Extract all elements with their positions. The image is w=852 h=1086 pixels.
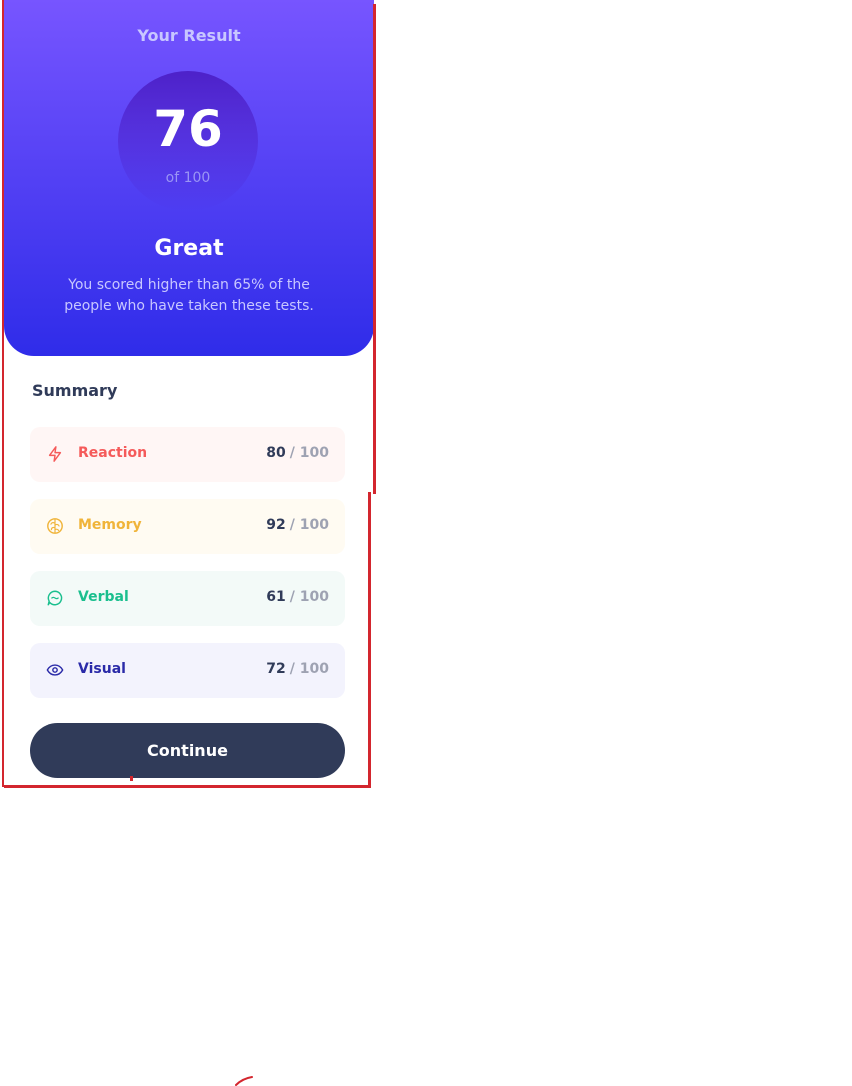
summary-label-memory: Memory: [78, 517, 142, 533]
summary-row-reaction: Reaction 80/ 100: [30, 427, 345, 482]
summary-title: Summary: [32, 381, 118, 400]
summary-score-memory: 92/ 100: [266, 517, 329, 533]
summary-label-reaction: Reaction: [78, 445, 148, 461]
score-value-memory: 92: [266, 517, 286, 533]
annotation-line-left: [2, 0, 4, 787]
score-max-reaction: / 100: [289, 445, 329, 461]
chat-bubble-icon: [47, 590, 63, 606]
continue-button[interactable]: Continue: [30, 723, 345, 778]
summary-score-reaction: 80/ 100: [266, 445, 329, 461]
result-message: You scored higher than 65% of the people…: [64, 277, 314, 314]
summary-score-visual: 72/ 100: [266, 661, 329, 677]
score-max-memory: / 100: [289, 517, 329, 533]
score-value-visual: 72: [266, 661, 286, 677]
annotation-tick: [130, 776, 133, 781]
lightning-icon: [48, 446, 62, 462]
summary-row-verbal: Verbal 61/ 100: [30, 571, 345, 626]
page: Your Result 76 of 100 Great You scored h…: [0, 0, 852, 1086]
score-max-verbal: / 100: [289, 589, 329, 605]
annotation-scribble: [235, 1076, 253, 1086]
result-panel: Your Result 76 of 100 Great You scored h…: [4, 0, 374, 356]
score-max-visual: / 100: [289, 661, 329, 677]
result-title: Your Result: [137, 26, 241, 45]
annotation-line-bottom: [4, 785, 371, 788]
summary-score-verbal: 61/ 100: [266, 589, 329, 605]
summary-row-memory: Memory 92/ 100: [30, 499, 345, 554]
score-value-reaction: 80: [266, 445, 286, 461]
summary-label-verbal: Verbal: [78, 589, 129, 605]
annotation-line-right-upper: [373, 4, 376, 494]
score-value: 76: [153, 100, 223, 158]
summary-row-visual: Visual 72/ 100: [30, 643, 345, 698]
results-card: Your Result 76 of 100 Great You scored h…: [4, 0, 374, 785]
brain-icon: [47, 518, 63, 534]
eye-icon: [46, 664, 64, 676]
score-out-of: of 100: [165, 170, 211, 186]
score-value-verbal: 61: [266, 589, 286, 605]
annotation-line-right-lower: [368, 492, 371, 788]
rating-label: Great: [154, 236, 224, 261]
summary-label-visual: Visual: [78, 661, 126, 677]
score-circle: 76 of 100: [118, 71, 258, 211]
